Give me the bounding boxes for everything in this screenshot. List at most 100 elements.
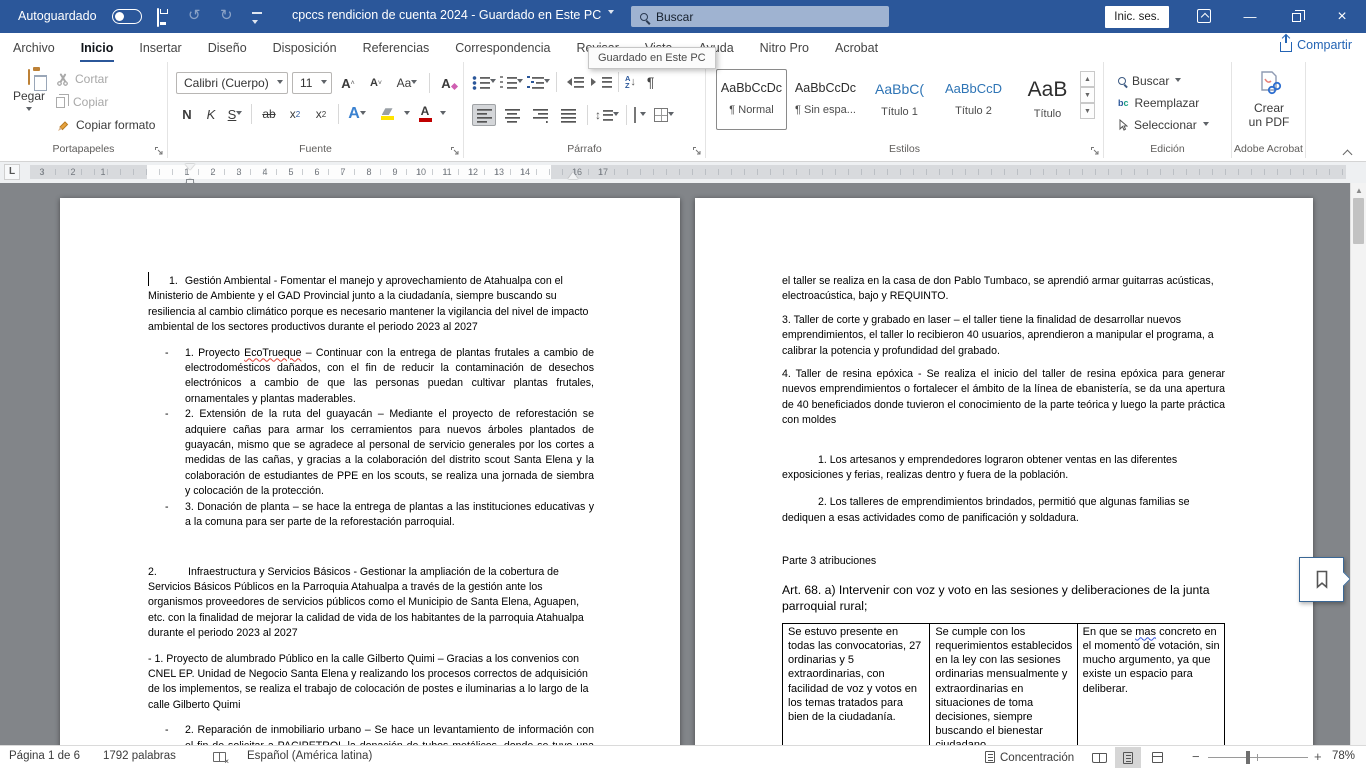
zoom-level[interactable]: 78%	[1332, 750, 1355, 762]
collapse-ribbon-button[interactable]	[1342, 149, 1354, 157]
scrollbar-thumb[interactable]	[1353, 198, 1364, 244]
list-item[interactable]: 3. Donación de planta – se hace la entre…	[148, 500, 594, 531]
qat-customize-icon[interactable]	[252, 12, 262, 30]
save-icon[interactable]	[157, 9, 159, 27]
shading-button[interactable]	[634, 108, 636, 122]
select-button[interactable]: Seleccionar	[1118, 114, 1209, 136]
font-color-button[interactable]: A	[412, 106, 438, 122]
table-cell[interactable]: Se cumple con los requerimientos estable…	[930, 623, 1077, 745]
style-sin-espaciado[interactable]: AaBbCcDc ¶ Sin espa...	[790, 69, 861, 130]
align-center-button[interactable]	[500, 108, 524, 123]
bullets-button[interactable]	[472, 75, 496, 90]
page-indicator[interactable]: Página 1 de 6	[9, 750, 80, 762]
paragraph[interactable]: - 1. Proyecto de alumbrado Público en la…	[148, 652, 594, 714]
copy-button[interactable]: Copiar	[56, 95, 108, 109]
fuente-dialog-launcher[interactable]	[450, 145, 460, 155]
bookmark-flyout-button[interactable]	[1299, 557, 1344, 602]
paragraph[interactable]: Art. 68. a) Intervenir con voz y voto en…	[782, 582, 1225, 614]
font-size-select[interactable]: 11	[292, 72, 332, 94]
paragraph[interactable]: 1.Gestión Ambiental - Fomentar el manejo…	[148, 274, 594, 336]
redo-icon[interactable]: ↻	[220, 7, 233, 25]
paragraph[interactable]: 1. Los artesanos y emprendedores lograro…	[782, 453, 1225, 484]
parrafo-dialog-launcher[interactable]	[692, 145, 702, 155]
right-indent-marker[interactable]	[568, 167, 578, 179]
tab-stop-selector[interactable]: L	[4, 164, 20, 180]
italic-button[interactable]: K	[200, 107, 222, 122]
style-titulo-2[interactable]: AaBbCcD Título 2	[938, 69, 1009, 130]
table-cell[interactable]: En que se mas concreto en el momento de …	[1077, 623, 1224, 745]
style-titulo-1[interactable]: AaBbC( Título 1	[864, 69, 935, 130]
list-item[interactable]: 2. Extensión de la ruta del guayacán – M…	[148, 407, 594, 499]
clear-formatting-button[interactable]: A	[437, 76, 461, 91]
grow-font-button[interactable]: A˄	[336, 76, 360, 91]
list-item[interactable]: 2. Reparación de inmobiliario urbano – S…	[148, 723, 594, 745]
change-case-button[interactable]: Aa	[392, 76, 422, 90]
style-normal[interactable]: AaBbCcDc ¶ Normal	[716, 69, 787, 130]
sign-in-button[interactable]: Inic. ses.	[1105, 6, 1169, 28]
document-title[interactable]: cpccs rendicion de cuenta 2024 - Guardad…	[292, 8, 614, 22]
proofing-errors-icon[interactable]	[213, 752, 226, 765]
align-right-button[interactable]	[528, 108, 552, 123]
document-page-2[interactable]: el taller se realiza en la casa de don P…	[695, 198, 1313, 745]
styles-scroll-down[interactable]: ▼	[1080, 87, 1095, 103]
word-count[interactable]: 1792 palabras	[103, 750, 176, 762]
borders-button[interactable]	[654, 108, 674, 122]
close-button[interactable]: ×	[1322, 0, 1362, 33]
paragraph[interactable]: 2. Los talleres de emprendimientos brind…	[782, 495, 1225, 526]
styles-scroll-up[interactable]: ▲	[1080, 71, 1095, 87]
zoom-slider-handle[interactable]	[1246, 751, 1250, 764]
print-layout-button[interactable]	[1115, 747, 1141, 768]
pilcrow-button[interactable]: ¶	[647, 74, 655, 90]
tab-acrobat[interactable]: Acrobat	[822, 35, 891, 61]
strikethrough-button[interactable]: ab	[257, 107, 281, 121]
web-layout-button[interactable]	[1144, 747, 1170, 768]
language-indicator[interactable]: Español (América latina)	[247, 750, 372, 762]
tab-disposicion[interactable]: Disposición	[260, 35, 350, 61]
tab-diseno[interactable]: Diseño	[195, 35, 260, 61]
zoom-in-button[interactable]: +	[1314, 749, 1322, 764]
share-button[interactable]: Compartir	[1280, 38, 1352, 52]
undo-icon[interactable]: ↺	[188, 7, 201, 25]
document-page-1[interactable]: 1.Gestión Ambiental - Fomentar el manejo…	[60, 198, 680, 745]
list-item[interactable]: 1. Proyecto EcoTrueque – Continuar con l…	[148, 346, 594, 408]
read-mode-button[interactable]	[1086, 747, 1112, 768]
find-button[interactable]: Buscar	[1118, 70, 1209, 92]
multilevel-list-button[interactable]	[526, 75, 550, 90]
align-left-button[interactable]	[472, 104, 496, 126]
paste-button[interactable]: Pegar	[10, 70, 48, 117]
replace-button[interactable]: bcReemplazar	[1118, 92, 1209, 114]
paragraph[interactable]: 3. Taller de corte y grabado en laser – …	[782, 313, 1225, 359]
styles-gallery-more[interactable]: ▼	[1080, 103, 1095, 119]
paragraph[interactable]: Parte 3 atribuciones	[782, 554, 1225, 569]
shrink-font-button[interactable]: A˅	[364, 77, 388, 89]
line-spacing-button[interactable]: ↕	[595, 108, 619, 122]
tab-inicio[interactable]: Inicio	[68, 35, 127, 61]
search-box[interactable]: Buscar	[631, 6, 889, 27]
bold-button[interactable]: N	[176, 107, 198, 122]
portapapeles-dialog-launcher[interactable]	[154, 145, 164, 155]
sort-button[interactable]: AZ↓	[625, 75, 636, 89]
zoom-out-button[interactable]: −	[1192, 749, 1200, 764]
cut-button[interactable]: Cortar	[56, 72, 108, 86]
font-name-select[interactable]: Calibri (Cuerpo)	[176, 72, 288, 94]
subscript-button[interactable]: x2	[283, 107, 307, 121]
tab-referencias[interactable]: Referencias	[350, 35, 443, 61]
focus-mode-button[interactable]: Concentración	[985, 751, 1074, 764]
ribbon-display-options-icon[interactable]	[1197, 9, 1211, 23]
tab-archivo[interactable]: Archivo	[0, 35, 68, 61]
style-titulo[interactable]: AaB Título	[1012, 69, 1083, 130]
paragraph[interactable]: el taller se realiza en la casa de don P…	[782, 274, 1225, 305]
format-painter-button[interactable]: Copiar formato	[56, 118, 155, 132]
scroll-up-icon[interactable]: ▲	[1351, 186, 1366, 195]
estilos-dialog-launcher[interactable]	[1090, 145, 1100, 155]
decrease-indent-button[interactable]	[563, 76, 584, 89]
justify-button[interactable]	[556, 108, 580, 123]
minimize-button[interactable]: —	[1230, 0, 1270, 33]
text-effects-button[interactable]: A	[344, 105, 370, 123]
tab-insertar[interactable]: Insertar	[126, 35, 194, 61]
underline-button[interactable]: S	[224, 107, 246, 122]
vertical-scrollbar[interactable]: ▲	[1350, 183, 1366, 745]
document-table[interactable]: Se estuvo presente en todas las convocat…	[782, 623, 1225, 745]
superscript-button[interactable]: x2	[309, 107, 333, 121]
paragraph[interactable]: 2.Infraestructura y Servicios Básicos - …	[148, 565, 594, 642]
